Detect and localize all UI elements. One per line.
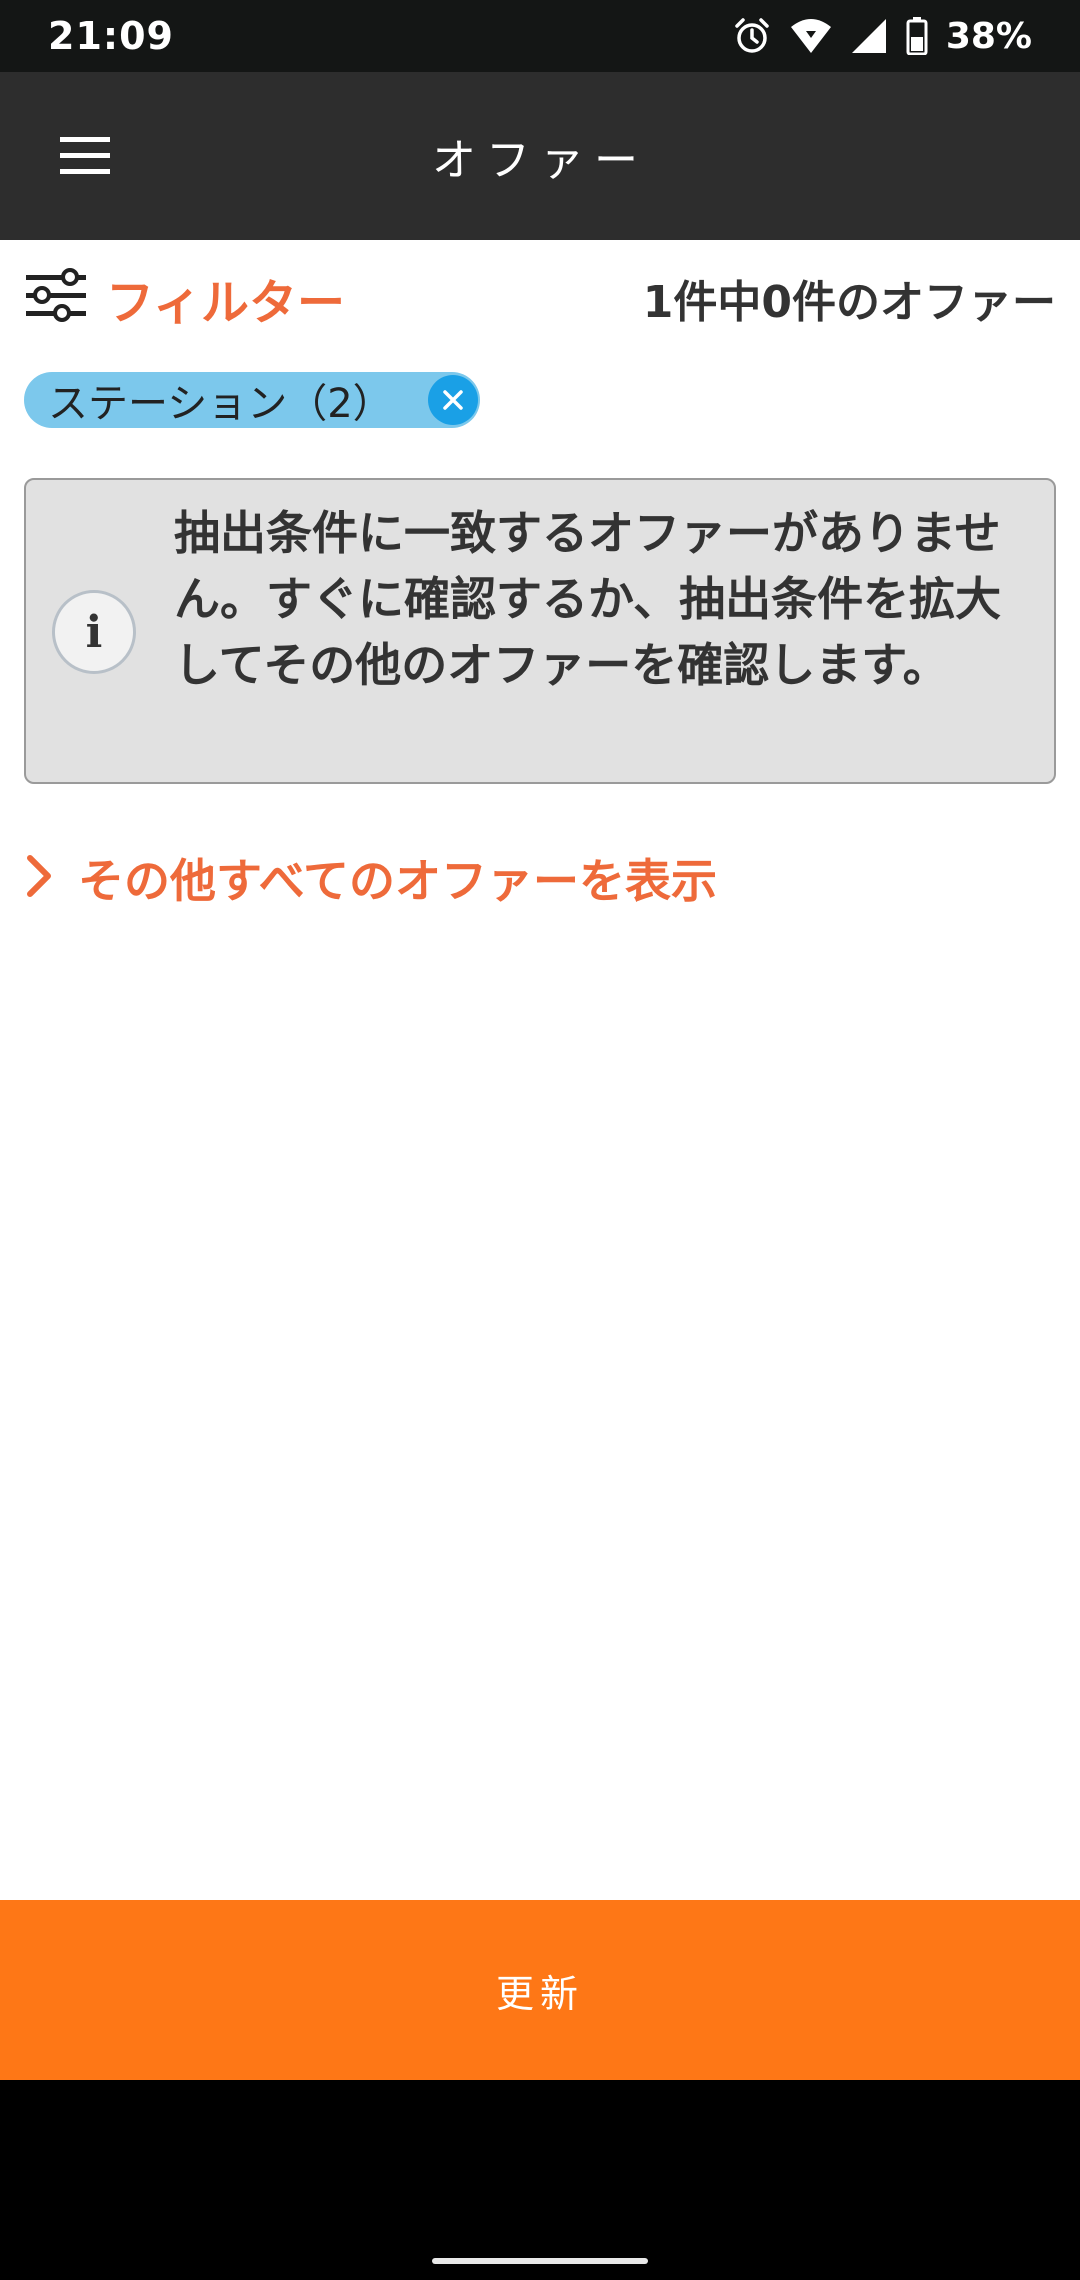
alarm-icon: [732, 16, 772, 56]
sliders-icon: [24, 264, 88, 332]
info-message: 抽出条件に一致するオファーがありません。すぐに確認するか、抽出条件を拡大してその…: [174, 506, 1002, 692]
system-nav-bar: [0, 2080, 1080, 2280]
close-icon[interactable]: [428, 375, 478, 425]
app-bar: オファー: [0, 72, 1080, 240]
signal-icon: [850, 17, 888, 55]
page-title: オファー: [432, 135, 648, 186]
wifi-icon: [790, 17, 832, 55]
filter-row: フィルター 1件中0件のオファー: [24, 262, 1056, 334]
battery-percent: 38%: [945, 15, 1032, 57]
filter-button[interactable]: フィルター: [24, 263, 345, 333]
refresh-button[interactable]: 更新: [0, 1900, 1080, 2080]
hamburger-menu-icon[interactable]: [40, 114, 130, 198]
chip-label: ステーション（2）: [48, 381, 393, 427]
home-indicator[interactable]: [432, 2258, 648, 2264]
filter-label: フィルター: [106, 275, 346, 331]
status-time: 21:09: [48, 14, 174, 58]
offer-count: 1件中0件のオファー: [642, 277, 1056, 328]
no-offers-message: i 抽出条件に一致するオファーがありません。すぐに確認するか、抽出条件を拡大して…: [24, 478, 1056, 784]
battery-icon: [906, 17, 928, 55]
show-all-offers-link[interactable]: その他すべてのオファーを表示: [24, 846, 717, 910]
show-all-label: その他すべてのオファーを表示: [78, 854, 717, 908]
info-icon: i: [52, 590, 136, 674]
chevron-right-icon: [24, 854, 54, 902]
status-bar: 21:09 38%: [0, 0, 1080, 72]
status-icons: 38%: [732, 16, 1032, 57]
filter-chip-station: ステーション（2）: [24, 372, 480, 428]
